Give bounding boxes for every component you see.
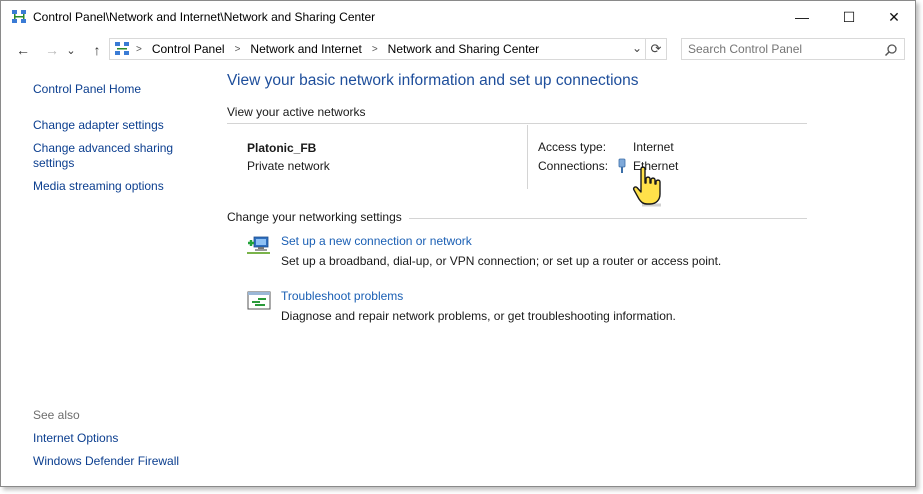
navigation-bar: ← → ⌄ ↑ > Control Panel > Network and In… — [1, 37, 915, 63]
chevron-right-icon: > — [136, 43, 142, 55]
access-type-label: Access type: — [538, 140, 607, 154]
chevron-right-icon: > — [371, 43, 378, 55]
divider — [527, 125, 528, 189]
close-button[interactable]: ✕ — [871, 1, 917, 33]
address-dropdown-button[interactable]: ⌄ — [632, 41, 642, 55]
up-button[interactable]: ↑ — [86, 39, 108, 61]
new-connection-icon — [247, 236, 270, 254]
title-bar: Control Panel\Network and Internet\Netwo… — [1, 1, 915, 33]
address-bar[interactable]: > Control Panel > Network and Internet >… — [109, 38, 667, 60]
troubleshoot-problems-link[interactable]: Troubleshoot problems — [281, 289, 403, 303]
sidebar-change-adapter-settings[interactable]: Change adapter settings — [33, 118, 164, 132]
control-panel-icon — [12, 10, 26, 23]
search-box[interactable] — [681, 38, 905, 60]
window-title: Control Panel\Network and Internet\Netwo… — [33, 10, 376, 24]
hand-cursor-icon — [632, 166, 661, 207]
sidebar-media-streaming-options[interactable]: Media streaming options — [33, 179, 164, 193]
active-networks-label: View your active networks — [227, 105, 366, 119]
network-type[interactable]: Private network — [247, 159, 330, 173]
forward-button[interactable]: → — [41, 39, 63, 61]
page-title: View your basic network information and … — [227, 72, 639, 89]
search-icon[interactable] — [884, 43, 898, 57]
recent-locations-button[interactable]: ⌄ — [64, 39, 78, 61]
ethernet-icon — [618, 158, 626, 173]
divider — [227, 123, 807, 124]
setup-new-connection-description: Set up a broadband, dial-up, or VPN conn… — [281, 254, 722, 268]
refresh-button[interactable]: ⟳ — [645, 39, 666, 59]
back-button[interactable]: ← — [12, 39, 34, 61]
search-input[interactable] — [686, 41, 880, 57]
sidebar-internet-options[interactable]: Internet Options — [33, 431, 118, 445]
maximize-button[interactable]: ☐ — [826, 1, 872, 33]
access-type-value: Internet — [633, 140, 674, 154]
sidebar-windows-defender-firewall[interactable]: Windows Defender Firewall — [33, 454, 179, 468]
network-name: Platonic_FB — [247, 141, 317, 155]
connections-label: Connections: — [538, 159, 609, 173]
troubleshoot-problems-description: Diagnose and repair network problems, or… — [281, 309, 676, 323]
sidebar-control-panel-home[interactable]: Control Panel Home — [33, 82, 141, 96]
breadcrumb-control-panel[interactable]: Control Panel — [148, 42, 229, 56]
control-panel-icon — [115, 42, 129, 55]
networking-settings-label: Change your networking settings — [227, 210, 402, 224]
sidebar-change-advanced-sharing-settings[interactable]: Change advanced sharing settings — [33, 141, 183, 171]
minimize-button[interactable]: — — [779, 1, 825, 33]
see-also-label: See also — [33, 408, 80, 422]
troubleshoot-icon — [247, 291, 271, 310]
breadcrumb-network-sharing-center[interactable]: Network and Sharing Center — [384, 42, 543, 56]
breadcrumb-network-internet[interactable]: Network and Internet — [246, 42, 365, 56]
divider — [409, 218, 807, 219]
setup-new-connection-link[interactable]: Set up a new connection or network — [281, 234, 472, 248]
chevron-right-icon: > — [234, 43, 241, 55]
network-sharing-center-window: Control Panel\Network and Internet\Netwo… — [0, 0, 916, 487]
